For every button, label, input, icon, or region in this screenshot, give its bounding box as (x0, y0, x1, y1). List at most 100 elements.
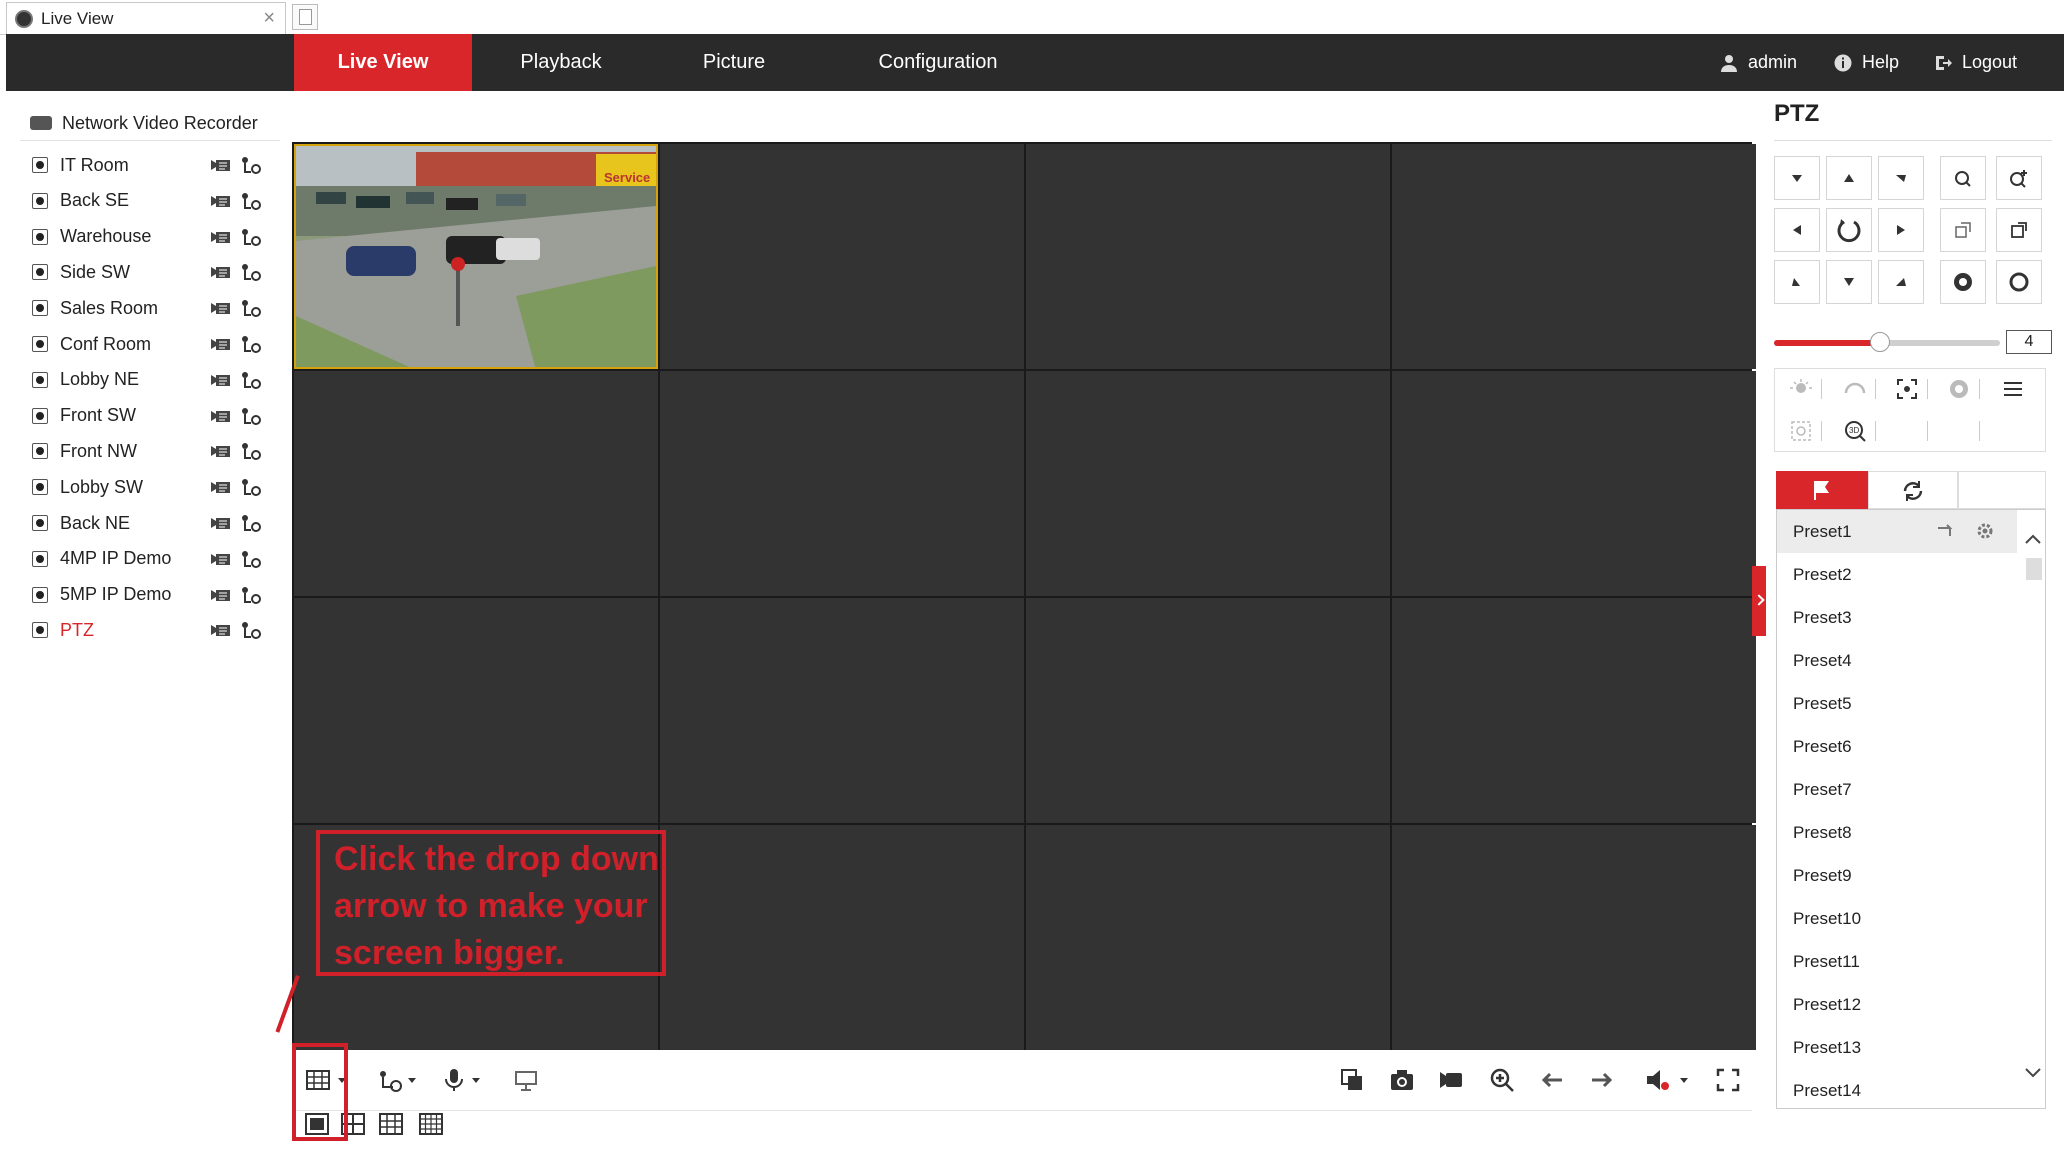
preset-item[interactable]: Preset2 (1777, 553, 2017, 596)
preset-scroll-thumb[interactable] (2026, 558, 2042, 580)
collapse-panel-button[interactable] (1752, 566, 1766, 636)
logout-link[interactable]: Logout (1934, 34, 2017, 91)
tab-playback[interactable]: Playback (472, 34, 650, 91)
focus-near-button[interactable] (1940, 208, 1986, 252)
capture-camera-icon[interactable] (1388, 1066, 1416, 1094)
stream-type-icon[interactable] (240, 621, 262, 640)
video-cell[interactable] (1392, 598, 1756, 823)
stream-type-icon[interactable] (240, 156, 262, 174)
video-cell[interactable] (1392, 144, 1756, 369)
speaker-muted-icon[interactable] (1644, 1066, 1672, 1094)
ptz-up-button[interactable] (1826, 156, 1872, 200)
start-live-view-icon[interactable] (210, 621, 232, 639)
preset-item[interactable]: Preset6 (1777, 725, 2017, 768)
menu-icon[interactable] (2001, 377, 2025, 401)
start-live-view-icon[interactable] (210, 335, 232, 353)
camera-item[interactable]: Sales Room (32, 293, 262, 323)
stream-type-icon[interactable] (240, 586, 262, 604)
video-cell[interactable] (294, 371, 658, 596)
mic-dropdown-arrow-icon[interactable] (470, 1066, 482, 1094)
microphone-icon[interactable] (440, 1066, 468, 1094)
start-live-view-icon[interactable] (210, 263, 232, 281)
ptz-left-button[interactable] (1774, 208, 1820, 252)
ptz-speed-handle[interactable] (1870, 332, 1891, 352)
stream-type-icon[interactable] (240, 299, 262, 318)
iris-open-button[interactable] (1940, 260, 1986, 304)
start-live-view-icon[interactable] (210, 586, 232, 604)
start-live-view-icon[interactable] (210, 550, 232, 568)
ptz-auto-scan-button[interactable] (1826, 208, 1872, 252)
auxiliary-focus-icon[interactable] (1895, 377, 1919, 401)
preset-item[interactable]: Preset12 (1777, 983, 2017, 1026)
preset-item[interactable]: Preset4 (1777, 639, 2017, 682)
camera-item[interactable]: Warehouse (32, 222, 262, 252)
stream-type-icon[interactable] (240, 371, 262, 389)
previous-page-arrow-icon[interactable] (1538, 1066, 1566, 1094)
start-live-view-icon[interactable] (210, 228, 232, 246)
stream-type-icon[interactable] (240, 192, 262, 210)
stream-type-icon[interactable] (240, 263, 262, 282)
layout-3x3-icon[interactable] (378, 1112, 404, 1136)
zoom-in-button[interactable] (1996, 156, 2042, 200)
stream-dropdown-arrow-icon[interactable] (406, 1066, 418, 1094)
stream-type-icon[interactable] (240, 514, 262, 532)
lens-init-icon[interactable] (1947, 377, 1971, 401)
iris-close-button[interactable] (1996, 260, 2042, 304)
preset-item[interactable]: Preset9 (1777, 854, 2017, 897)
stream-type-icon[interactable] (376, 1066, 404, 1094)
ptz-down-left-button[interactable] (1774, 260, 1820, 304)
ptz-down-right-button[interactable] (1878, 260, 1924, 304)
camera-item[interactable]: 4MP IP Demo (32, 544, 262, 574)
next-page-arrow-icon[interactable] (1588, 1066, 1616, 1094)
zoom-out-button[interactable] (1940, 156, 1986, 200)
stream-type-icon[interactable] (240, 478, 262, 497)
video-cell-selected[interactable]: Service (294, 144, 658, 369)
preset-item[interactable]: Preset3 (1777, 596, 2017, 639)
record-video-icon[interactable] (1438, 1066, 1466, 1094)
start-live-view-icon[interactable] (210, 514, 232, 532)
tab-live-view[interactable]: Live View (294, 34, 472, 91)
camera-item[interactable]: Conf Room (32, 329, 262, 359)
camera-item[interactable]: Back SE (32, 186, 262, 216)
gear-icon[interactable] (1975, 521, 1995, 541)
new-tab-button[interactable] (292, 4, 318, 30)
3d-zoom-icon[interactable]: 3D (1843, 419, 1867, 443)
stream-type-icon[interactable] (240, 442, 262, 461)
camera-item[interactable]: PTZ (32, 615, 262, 645)
camera-item[interactable]: Front SW (32, 401, 262, 431)
manual-tracking-icon[interactable] (1789, 419, 1813, 443)
stream-type-icon[interactable] (240, 550, 262, 568)
preset-item[interactable]: Preset1 (1777, 510, 2017, 553)
preset-item[interactable]: Preset5 (1777, 682, 2017, 725)
help-link[interactable]: Help (1834, 34, 1899, 91)
start-live-view-icon[interactable] (210, 192, 232, 210)
start-live-view-icon[interactable] (210, 156, 232, 174)
video-cell[interactable] (294, 598, 658, 823)
tab-picture[interactable]: Picture (650, 34, 818, 91)
call-preset-icon[interactable] (1935, 522, 1957, 540)
tab-patrol[interactable] (1868, 471, 1958, 509)
volume-dropdown-arrow-icon[interactable] (1678, 1066, 1690, 1094)
video-cell[interactable] (660, 144, 1024, 369)
video-cell[interactable] (660, 598, 1024, 823)
stream-type-icon[interactable] (240, 228, 262, 246)
video-cell[interactable] (1392, 371, 1756, 596)
user-menu[interactable]: admin (1720, 34, 1797, 91)
preset-scrollbar[interactable] (2022, 509, 2044, 1109)
tab-configuration[interactable]: Configuration (818, 34, 1058, 91)
video-cell[interactable] (660, 825, 1024, 1050)
layout-4x4-icon[interactable] (418, 1112, 444, 1136)
video-cell[interactable] (1026, 825, 1390, 1050)
camera-item[interactable]: Side SW (32, 257, 262, 287)
wiper-icon[interactable] (1843, 377, 1867, 401)
camera-item[interactable]: IT Room (32, 150, 262, 180)
tab-pattern[interactable] (1958, 471, 2046, 509)
camera-item[interactable]: Lobby NE (32, 365, 262, 395)
start-live-view-icon[interactable] (210, 478, 232, 496)
nvr-root-node[interactable]: Network Video Recorder (30, 108, 258, 138)
scroll-down-chevron-icon[interactable] (2022, 1063, 2044, 1083)
tab-preset[interactable] (1776, 471, 1868, 509)
preset-item[interactable]: Preset13 (1777, 1026, 2017, 1069)
ptz-up-left-button[interactable] (1774, 156, 1820, 200)
preset-item[interactable]: Preset10 (1777, 897, 2017, 940)
